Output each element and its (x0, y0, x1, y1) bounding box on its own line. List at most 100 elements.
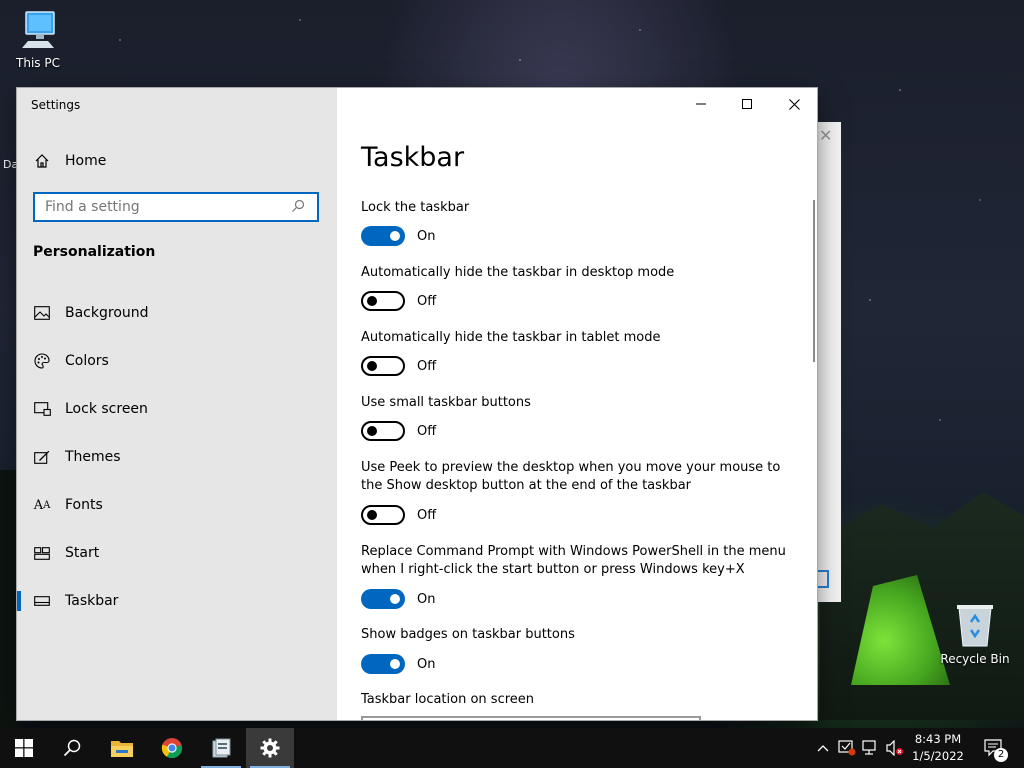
maximize-button[interactable] (724, 88, 770, 120)
sidebar-item-taskbar[interactable]: Taskbar (17, 581, 337, 621)
taskbar-location-dropdown[interactable] (361, 716, 701, 720)
toggle-state-peek: Off (417, 508, 437, 523)
taskbar-clock[interactable]: 8:43 PM 1/5/2022 (904, 731, 972, 765)
toggle-powershell[interactable] (361, 589, 405, 609)
toggle-peek[interactable] (361, 505, 405, 525)
window-title: Settings (31, 98, 81, 112)
toggle-state-badges: On (417, 657, 436, 672)
desktop-icon-recycle-bin[interactable]: Recycle Bin (939, 602, 1011, 666)
taskbar: 8:43 PM 1/5/2022 2 (0, 728, 1024, 768)
tray-security[interactable] (836, 728, 858, 768)
toggle-state-autohide-tablet: Off (417, 359, 437, 374)
notification-count-badge: 2 (994, 748, 1008, 762)
clock-date: 1/5/2022 (912, 749, 964, 763)
toggle-state-lock-taskbar: On (417, 229, 436, 244)
picture-icon (33, 304, 51, 322)
settings-window: Settings Home Personalization Background (17, 88, 817, 720)
sidebar-item-lock-screen[interactable]: Lock screen (17, 389, 337, 429)
sidebar-item-label: Fonts (65, 497, 103, 513)
toggle-badges[interactable] (361, 654, 405, 674)
toggle-autohide-tablet[interactable] (361, 356, 405, 376)
toggle-state-small-buttons: Off (417, 424, 437, 439)
desktop-icon-this-pc[interactable]: This PC (2, 8, 74, 70)
sidebar-item-fonts[interactable]: AA Fonts (17, 485, 337, 525)
setting-label-lock-taskbar: Lock the taskbar (361, 200, 470, 215)
setting-label-powershell: Replace Command Prompt with Windows Powe… (361, 544, 786, 577)
toggle-knob (367, 426, 377, 436)
page-title: Taskbar (361, 142, 465, 173)
minimize-icon (696, 103, 706, 105)
fonts-icon: AA (33, 497, 51, 513)
section-title: Personalization (33, 244, 156, 260)
search-input[interactable] (35, 193, 291, 221)
sidebar-item-home[interactable]: Home (17, 141, 337, 181)
maximize-icon (742, 99, 752, 109)
app-icon (212, 738, 231, 758)
sidebar-item-colors[interactable]: Colors (17, 341, 337, 381)
tray-network[interactable] (860, 728, 882, 768)
setting-label-small-buttons: Use small taskbar buttons (361, 395, 531, 410)
sidebar-item-label: Themes (65, 449, 121, 465)
start-button[interactable] (0, 728, 48, 768)
toggle-state-powershell: On (417, 592, 436, 607)
setting-label-peek: Use Peek to preview the desktop when you… (361, 460, 781, 493)
sidebar-item-label: Lock screen (65, 401, 148, 417)
setting-label-autohide-tablet: Automatically hide the taskbar in tablet… (361, 330, 661, 345)
show-hidden-icons-button[interactable] (812, 728, 834, 768)
toggle-lock-taskbar[interactable] (361, 226, 405, 246)
search-icon (63, 739, 81, 757)
taskbar-app[interactable] (197, 728, 245, 768)
themes-icon (33, 448, 51, 466)
sidebar-item-themes[interactable]: Themes (17, 437, 337, 477)
palette-icon (33, 352, 51, 370)
sidebar-item-label: Home (65, 153, 107, 169)
scrollbar[interactable] (813, 200, 815, 362)
sidebar-item-label: Taskbar (65, 593, 119, 609)
toggle-autohide-desktop[interactable] (361, 291, 405, 311)
toggle-knob (367, 296, 377, 306)
taskbar-file-explorer[interactable] (98, 728, 146, 768)
computer-icon (22, 11, 55, 48)
toggle-knob (390, 659, 400, 669)
content-pane: Taskbar Lock the taskbar On Automaticall… (337, 88, 817, 720)
lock-screen-icon (33, 400, 51, 418)
background-close-icon[interactable]: ✕ (819, 126, 832, 145)
network-icon (862, 740, 876, 755)
close-icon (788, 98, 800, 110)
start-icon (33, 544, 51, 562)
toggle-knob (367, 361, 377, 371)
sidebar-item-background[interactable]: Background (17, 293, 337, 333)
desktop-icon-label: Recycle Bin (940, 652, 1010, 666)
home-icon (33, 152, 51, 170)
tray-volume[interactable] (884, 728, 906, 768)
toggle-knob (390, 594, 400, 604)
setting-label-location: Taskbar location on screen (361, 692, 535, 707)
toggle-small-buttons[interactable] (361, 421, 405, 441)
sidebar-item-label: Colors (65, 353, 109, 369)
search-icon (291, 198, 311, 217)
volume-muted-icon (886, 740, 903, 756)
file-explorer-icon (111, 741, 133, 757)
sidebar-item-label: Start (65, 545, 100, 561)
chevron-up-icon (817, 745, 829, 752)
setting-label-autohide-desktop: Automatically hide the taskbar in deskto… (361, 265, 675, 280)
recycle-bin-icon (957, 605, 993, 647)
toggle-knob (390, 231, 400, 241)
taskbar-search-button[interactable] (48, 728, 96, 768)
windows-start-icon (15, 739, 33, 757)
sidebar-item-start[interactable]: Start (17, 533, 337, 573)
desktop-icon-label: This PC (16, 56, 60, 70)
search-box[interactable] (33, 192, 319, 222)
action-center-button[interactable]: 2 (980, 728, 1010, 768)
taskbar-chrome[interactable] (148, 728, 196, 768)
security-warning-icon (838, 740, 856, 756)
chrome-icon (161, 738, 183, 759)
sidebar: Settings Home Personalization Background (17, 88, 337, 720)
minimize-button[interactable] (678, 88, 724, 120)
taskbar-settings[interactable] (246, 728, 294, 768)
sidebar-item-label: Background (65, 305, 149, 321)
taskbar-icon (33, 592, 51, 610)
clock-time: 8:43 PM (914, 732, 962, 746)
settings-icon (260, 738, 280, 758)
close-button[interactable] (771, 88, 817, 120)
